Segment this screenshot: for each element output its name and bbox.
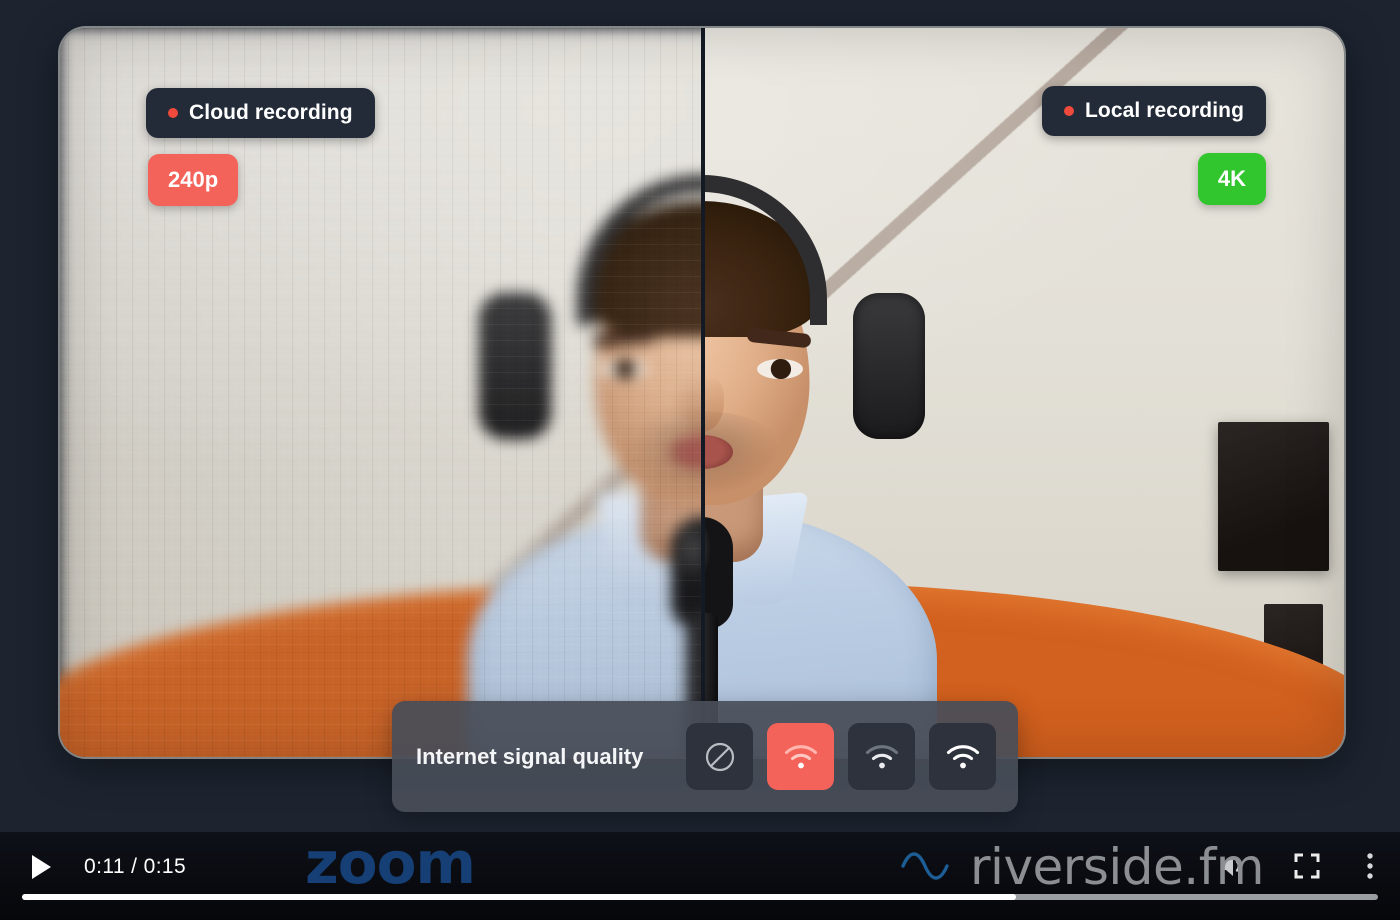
recording-dot-icon — [1063, 106, 1074, 116]
person-subject — [467, 97, 701, 757]
video-player-bar: zoom riverside.fm 0:11 / 0:15 — [0, 832, 1400, 920]
progress-bar-track[interactable] — [22, 894, 1378, 900]
play-icon — [31, 855, 51, 879]
more-options-button[interactable] — [1366, 852, 1374, 883]
signal-option-strong[interactable] — [929, 723, 996, 790]
fullscreen-button[interactable] — [1294, 853, 1320, 882]
video-comparison-frame[interactable]: Cloud recording 240p Local recording 4K — [60, 28, 1344, 757]
no-signal-icon — [703, 740, 737, 774]
quality-4k-label: 4K — [1217, 166, 1246, 191]
player-controls-row: 0:11 / 0:15 — [0, 832, 1400, 902]
kebab-menu-icon — [1366, 852, 1374, 883]
signal-quality-options — [686, 723, 996, 790]
internet-signal-quality-panel: Internet signal quality — [392, 701, 1018, 812]
quality-badge-240p: 240p — [148, 154, 239, 206]
local-recording-label: Local recording — [1084, 99, 1244, 122]
signal-option-no-signal[interactable] — [686, 723, 753, 790]
screenshot-root: Cloud recording 240p Local recording 4K … — [0, 0, 1400, 920]
cloud-recording-badge: Cloud recording — [146, 88, 375, 138]
signal-option-weak[interactable] — [767, 723, 834, 790]
quality-badge-4k: 4K — [1197, 153, 1266, 205]
progress-bar-played — [22, 894, 1016, 900]
fullscreen-icon — [1294, 853, 1320, 882]
split-divider — [701, 28, 705, 757]
local-recording-badge: Local recording — [1041, 86, 1266, 136]
signal-quality-label: Internet signal quality — [416, 743, 644, 769]
play-button[interactable] — [24, 850, 58, 884]
player-right-controls — [1218, 852, 1374, 883]
recording-dot-icon — [168, 108, 178, 118]
signal-option-medium[interactable] — [848, 723, 915, 790]
wifi-weak-icon — [783, 742, 819, 772]
wifi-medium-icon — [864, 742, 900, 772]
time-display: 0:11 / 0:15 — [84, 855, 187, 878]
quality-240p-label: 240p — [168, 167, 219, 192]
volume-icon — [1218, 853, 1248, 882]
wifi-strong-icon — [945, 742, 981, 772]
volume-button[interactable] — [1218, 853, 1248, 882]
cloud-recording-label: Cloud recording — [189, 101, 353, 124]
video-right-half-sharp — [703, 28, 1344, 757]
